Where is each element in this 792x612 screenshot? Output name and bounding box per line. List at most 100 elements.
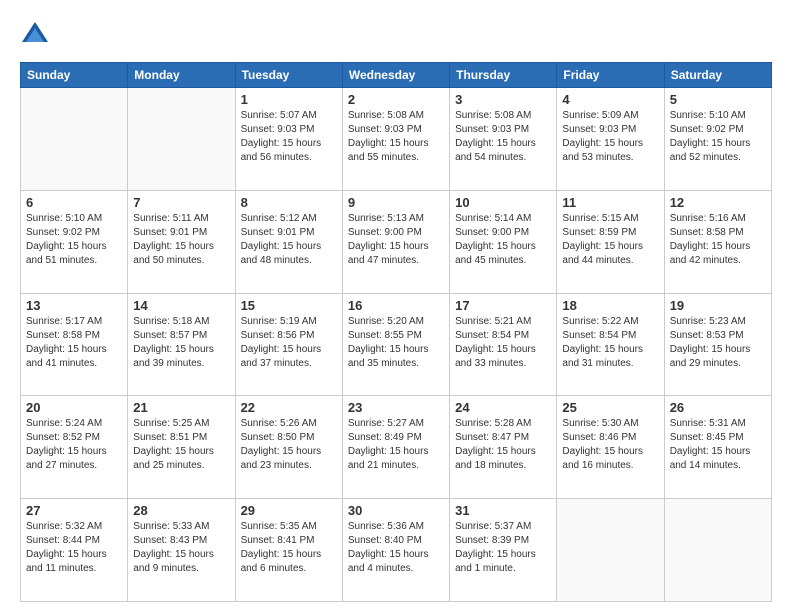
- weekday-header-tuesday: Tuesday: [235, 63, 342, 88]
- day-info: Sunrise: 5:20 AM Sunset: 8:55 PM Dayligh…: [348, 315, 444, 371]
- day-info: Sunrise: 5:08 AM Sunset: 9:03 PM Dayligh…: [348, 109, 444, 165]
- day-number: 22: [241, 400, 337, 415]
- day-number: 20: [26, 400, 122, 415]
- day-number: 15: [241, 298, 337, 313]
- calendar-cell: 27 Sunrise: 5:32 AM Sunset: 8:44 PM Dayli…: [21, 499, 128, 602]
- day-number: 19: [670, 298, 766, 313]
- day-info: Sunrise: 5:33 AM Sunset: 8:43 PM Dayligh…: [133, 520, 229, 576]
- day-number: 3: [455, 92, 551, 107]
- day-number: 1: [241, 92, 337, 107]
- day-number: 10: [455, 195, 551, 210]
- day-info: Sunrise: 5:10 AM Sunset: 9:02 PM Dayligh…: [26, 212, 122, 268]
- day-info: Sunrise: 5:28 AM Sunset: 8:47 PM Dayligh…: [455, 417, 551, 473]
- day-info: Sunrise: 5:11 AM Sunset: 9:01 PM Dayligh…: [133, 212, 229, 268]
- day-info: Sunrise: 5:19 AM Sunset: 8:56 PM Dayligh…: [241, 315, 337, 371]
- calendar-cell: 24 Sunrise: 5:28 AM Sunset: 8:47 PM Dayli…: [450, 396, 557, 499]
- day-info: Sunrise: 5:22 AM Sunset: 8:54 PM Dayligh…: [562, 315, 658, 371]
- day-info: Sunrise: 5:36 AM Sunset: 8:40 PM Dayligh…: [348, 520, 444, 576]
- calendar-cell: 22 Sunrise: 5:26 AM Sunset: 8:50 PM Dayli…: [235, 396, 342, 499]
- day-info: Sunrise: 5:17 AM Sunset: 8:58 PM Dayligh…: [26, 315, 122, 371]
- day-number: 6: [26, 195, 122, 210]
- day-number: 12: [670, 195, 766, 210]
- day-number: 29: [241, 503, 337, 518]
- calendar-cell: 9 Sunrise: 5:13 AM Sunset: 9:00 PM Daylig…: [342, 190, 449, 293]
- day-info: Sunrise: 5:18 AM Sunset: 8:57 PM Dayligh…: [133, 315, 229, 371]
- header: [20, 20, 772, 50]
- day-number: 7: [133, 195, 229, 210]
- weekday-header-thursday: Thursday: [450, 63, 557, 88]
- day-info: Sunrise: 5:09 AM Sunset: 9:03 PM Dayligh…: [562, 109, 658, 165]
- day-number: 23: [348, 400, 444, 415]
- calendar-cell: 1 Sunrise: 5:07 AM Sunset: 9:03 PM Daylig…: [235, 88, 342, 191]
- day-info: Sunrise: 5:26 AM Sunset: 8:50 PM Dayligh…: [241, 417, 337, 473]
- day-info: Sunrise: 5:24 AM Sunset: 8:52 PM Dayligh…: [26, 417, 122, 473]
- weekday-header-monday: Monday: [128, 63, 235, 88]
- day-number: 31: [455, 503, 551, 518]
- calendar-cell: 4Sunrise: 5:09 AM Sunset: 9:03 PM Daylig…: [557, 88, 664, 191]
- calendar-cell: 8 Sunrise: 5:12 AM Sunset: 9:01 PM Daylig…: [235, 190, 342, 293]
- day-number: 24: [455, 400, 551, 415]
- calendar-cell: 2 Sunrise: 5:08 AM Sunset: 9:03 PM Daylig…: [342, 88, 449, 191]
- day-info: Sunrise: 5:32 AM Sunset: 8:44 PM Dayligh…: [26, 520, 122, 576]
- day-number: 8: [241, 195, 337, 210]
- calendar-cell: 5 Sunrise: 5:10 AM Sunset: 9:02 PM Daylig…: [664, 88, 771, 191]
- calendar-cell: [664, 499, 771, 602]
- weekday-header-sunday: Sunday: [21, 63, 128, 88]
- day-info: Sunrise: 5:08 AM Sunset: 9:03 PM Dayligh…: [455, 109, 551, 165]
- day-number: 9: [348, 195, 444, 210]
- calendar-header-row: SundayMondayTuesdayWednesdayThursdayFrid…: [21, 63, 772, 88]
- page: SundayMondayTuesdayWednesdayThursdayFrid…: [0, 0, 792, 612]
- day-info: Sunrise: 5:23 AM Sunset: 8:53 PM Dayligh…: [670, 315, 766, 371]
- day-info: Sunrise: 5:21 AM Sunset: 8:54 PM Dayligh…: [455, 315, 551, 371]
- day-info: Sunrise: 5:15 AM Sunset: 8:59 PM Dayligh…: [562, 212, 658, 268]
- day-number: 16: [348, 298, 444, 313]
- day-info: Sunrise: 5:13 AM Sunset: 9:00 PM Dayligh…: [348, 212, 444, 268]
- day-info: Sunrise: 5:25 AM Sunset: 8:51 PM Dayligh…: [133, 417, 229, 473]
- calendar-cell: 25Sunrise: 5:30 AM Sunset: 8:46 PM Dayli…: [557, 396, 664, 499]
- calendar-cell: 19 Sunrise: 5:23 AM Sunset: 8:53 PM Dayli…: [664, 293, 771, 396]
- day-info: Sunrise: 5:16 AM Sunset: 8:58 PM Dayligh…: [670, 212, 766, 268]
- calendar-cell: 26 Sunrise: 5:31 AM Sunset: 8:45 PM Dayli…: [664, 396, 771, 499]
- day-number: 2: [348, 92, 444, 107]
- day-info: Sunrise: 5:37 AM Sunset: 8:39 PM Dayligh…: [455, 520, 551, 576]
- calendar-cell: 21 Sunrise: 5:25 AM Sunset: 8:51 PM Dayli…: [128, 396, 235, 499]
- calendar-cell: 23 Sunrise: 5:27 AM Sunset: 8:49 PM Dayli…: [342, 396, 449, 499]
- calendar-cell: 6 Sunrise: 5:10 AM Sunset: 9:02 PM Daylig…: [21, 190, 128, 293]
- calendar-cell: 11 Sunrise: 5:15 AM Sunset: 8:59 PM Dayli…: [557, 190, 664, 293]
- day-number: 5: [670, 92, 766, 107]
- logo: [20, 20, 54, 50]
- day-info: Sunrise: 5:14 AM Sunset: 9:00 PM Dayligh…: [455, 212, 551, 268]
- calendar-cell: 28 Sunrise: 5:33 AM Sunset: 8:43 PM Dayli…: [128, 499, 235, 602]
- calendar-cell: 10 Sunrise: 5:14 AM Sunset: 9:00 PM Dayli…: [450, 190, 557, 293]
- calendar-cell: 12 Sunrise: 5:16 AM Sunset: 8:58 PM Dayli…: [664, 190, 771, 293]
- day-number: 28: [133, 503, 229, 518]
- calendar-cell: 14 Sunrise: 5:18 AM Sunset: 8:57 PM Dayli…: [128, 293, 235, 396]
- day-info: Sunrise: 5:27 AM Sunset: 8:49 PM Dayligh…: [348, 417, 444, 473]
- calendar-cell: [128, 88, 235, 191]
- calendar-cell: 29Sunrise: 5:35 AM Sunset: 8:41 PM Dayli…: [235, 499, 342, 602]
- day-info: Sunrise: 5:30 AM Sunset: 8:46 PM Dayligh…: [562, 417, 658, 473]
- calendar-cell: 30 Sunrise: 5:36 AM Sunset: 8:40 PM Dayli…: [342, 499, 449, 602]
- calendar-week-3: 13 Sunrise: 5:17 AM Sunset: 8:58 PM Dayli…: [21, 293, 772, 396]
- calendar-week-1: 1 Sunrise: 5:07 AM Sunset: 9:03 PM Daylig…: [21, 88, 772, 191]
- day-number: 13: [26, 298, 122, 313]
- calendar-week-2: 6 Sunrise: 5:10 AM Sunset: 9:02 PM Daylig…: [21, 190, 772, 293]
- day-number: 27: [26, 503, 122, 518]
- day-info: Sunrise: 5:31 AM Sunset: 8:45 PM Dayligh…: [670, 417, 766, 473]
- day-info: Sunrise: 5:07 AM Sunset: 9:03 PM Dayligh…: [241, 109, 337, 165]
- day-number: 14: [133, 298, 229, 313]
- calendar-cell: [21, 88, 128, 191]
- day-number: 11: [562, 195, 658, 210]
- calendar-cell: 7 Sunrise: 5:11 AM Sunset: 9:01 PM Daylig…: [128, 190, 235, 293]
- day-number: 21: [133, 400, 229, 415]
- calendar-cell: 3 Sunrise: 5:08 AM Sunset: 9:03 PM Daylig…: [450, 88, 557, 191]
- day-info: Sunrise: 5:12 AM Sunset: 9:01 PM Dayligh…: [241, 212, 337, 268]
- day-number: 30: [348, 503, 444, 518]
- day-number: 26: [670, 400, 766, 415]
- day-number: 17: [455, 298, 551, 313]
- calendar-cell: 18Sunrise: 5:22 AM Sunset: 8:54 PM Dayli…: [557, 293, 664, 396]
- calendar-week-5: 27 Sunrise: 5:32 AM Sunset: 8:44 PM Dayli…: [21, 499, 772, 602]
- calendar-cell: 17 Sunrise: 5:21 AM Sunset: 8:54 PM Dayli…: [450, 293, 557, 396]
- weekday-header-friday: Friday: [557, 63, 664, 88]
- day-info: Sunrise: 5:10 AM Sunset: 9:02 PM Dayligh…: [670, 109, 766, 165]
